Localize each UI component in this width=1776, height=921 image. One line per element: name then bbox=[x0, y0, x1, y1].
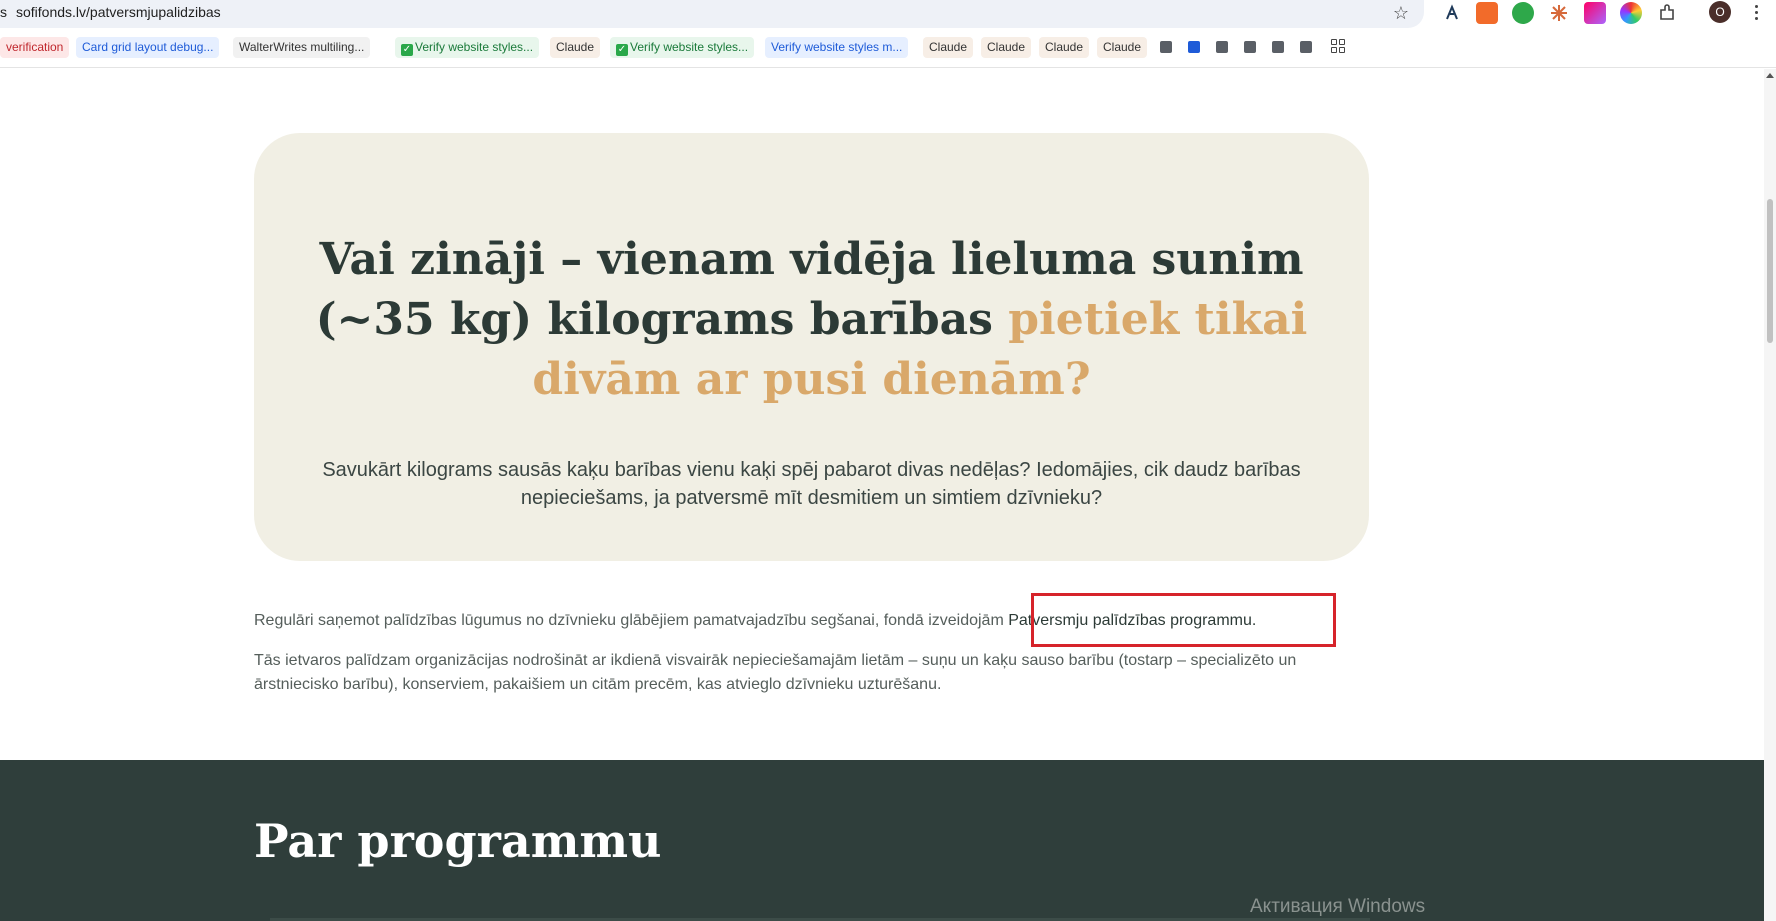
section-title: Par programmu bbox=[254, 814, 662, 868]
checkbox-icon: ✓ bbox=[616, 44, 628, 56]
bookmark-item[interactable]: Claude bbox=[1097, 37, 1148, 58]
extensions-puzzle-icon[interactable] bbox=[1656, 2, 1678, 24]
bookmark-favicon-icon[interactable] bbox=[1160, 41, 1172, 53]
bookmark-star-icon[interactable]: ☆ bbox=[1390, 2, 1412, 24]
page-scrollbar[interactable] bbox=[1764, 69, 1776, 921]
bookmark-label: Verify website styles... bbox=[415, 40, 534, 54]
hero-card: Vai zināji – vienam vidēja lieluma sunim… bbox=[254, 133, 1369, 561]
bookmark-favicon-icon[interactable] bbox=[1188, 41, 1200, 53]
extension-colorwheel-icon[interactable] bbox=[1620, 2, 1642, 24]
extension-gradient-icon[interactable] bbox=[1584, 2, 1606, 24]
bookmark-favicon-icon[interactable] bbox=[1244, 41, 1256, 53]
bookmark-item[interactable]: Claude bbox=[923, 37, 974, 58]
program-description: Tās ietvaros palīdzam organizācijas nodr… bbox=[254, 652, 1297, 693]
bookmarks-bar: verification Card grid layout debug... W… bbox=[0, 34, 1776, 68]
bookmark-item[interactable]: Card grid layout debug... bbox=[76, 37, 220, 58]
bookmark-item[interactable]: verification bbox=[0, 37, 70, 58]
bookmark-item[interactable]: Claude bbox=[550, 37, 601, 58]
url-cut-prefix: s bbox=[0, 4, 7, 20]
extension-claude-icon[interactable] bbox=[1548, 2, 1570, 24]
apps-grid-icon[interactable] bbox=[1331, 39, 1345, 53]
bookmark-favicon-icon[interactable] bbox=[1216, 41, 1228, 53]
bookmark-label: Verify website styles... bbox=[630, 40, 749, 54]
hero-title: Vai zināji – vienam vidēja lieluma sunim… bbox=[254, 230, 1369, 410]
url-text[interactable]: sofifonds.lv/patversmjupalidzibas bbox=[16, 4, 221, 20]
browser-toolbar: s sofifonds.lv/patversmjupalidzibas ☆ O bbox=[0, 0, 1776, 34]
scrollbar-thumb[interactable] bbox=[1767, 199, 1773, 343]
highlight-box bbox=[1031, 593, 1336, 647]
scroll-up-icon[interactable] bbox=[1766, 73, 1774, 78]
bookmark-item[interactable]: Claude bbox=[1039, 37, 1090, 58]
bookmark-item[interactable]: Verify website styles m... bbox=[765, 37, 909, 58]
bookmark-favicon-icon[interactable] bbox=[1300, 41, 1312, 53]
browser-menu-icon[interactable] bbox=[1752, 2, 1760, 24]
hero-subtitle: Savukārt kilograms sausās kaķu barības v… bbox=[322, 459, 1301, 509]
windows-activation-watermark: Активация Windows bbox=[1250, 896, 1426, 917]
checkbox-icon: ✓ bbox=[401, 44, 413, 56]
bookmark-item[interactable]: ✓ Verify website styles... bbox=[395, 37, 540, 58]
extension-arrow-icon[interactable] bbox=[1441, 2, 1463, 24]
page-viewport: Vai zināji – vienam vidēja lieluma sunim… bbox=[0, 69, 1764, 921]
extension-heart-icon[interactable] bbox=[1512, 2, 1534, 24]
intro-text: Regulāri saņemot palīdzības lūgumus no d… bbox=[254, 612, 1009, 629]
address-bar[interactable]: s sofifonds.lv/patversmjupalidzibas bbox=[0, 0, 1424, 28]
about-program-section: Par programmu Активация Windows bbox=[0, 760, 1764, 921]
bookmark-item[interactable]: WalterWrites multiling... bbox=[233, 37, 371, 58]
bookmark-item[interactable]: ✓ Verify website styles... bbox=[610, 37, 755, 58]
bookmark-favicon-icon[interactable] bbox=[1272, 41, 1284, 53]
profile-avatar[interactable]: O bbox=[1709, 1, 1731, 23]
extension-rss-icon[interactable] bbox=[1476, 2, 1498, 24]
bookmark-item[interactable]: Claude bbox=[981, 37, 1032, 58]
